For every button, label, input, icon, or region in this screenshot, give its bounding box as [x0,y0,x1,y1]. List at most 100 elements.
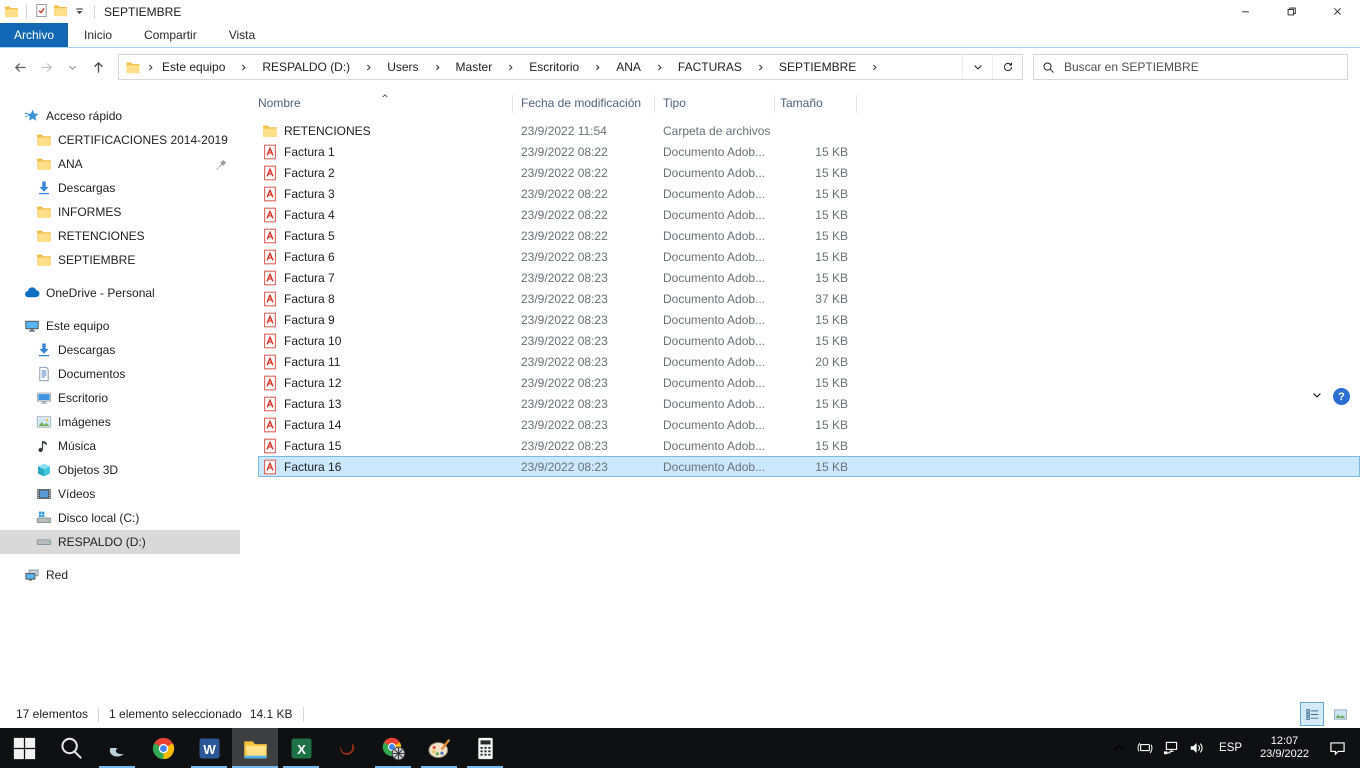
file-row-factura-15[interactable]: Factura 15 23/9/2022 08:23 Documento Ado… [258,435,1360,456]
tab-compartir[interactable]: Compartir [128,23,213,47]
customize-quick-access-button[interactable] [72,3,87,21]
chevron-right-icon[interactable] [648,63,671,72]
sidebar-item-red[interactable]: Red [0,563,240,587]
column-header-tipo[interactable]: Tipo [655,88,775,118]
breadcrumb-label[interactable]: Escritorio [522,60,586,74]
breadcrumb-label[interactable]: Este equipo [155,60,232,74]
address-bar[interactable]: Este equipo RESPALDO (D:) Users [118,54,1023,80]
sidebar-item-este-equipo[interactable]: Este equipo [0,314,240,338]
hidden-icons-button[interactable] [1106,728,1132,768]
taskbar-word[interactable] [186,728,232,768]
file-row-factura-10[interactable]: Factura 10 23/9/2022 08:23 Documento Ado… [258,330,1360,351]
taskbar-excel[interactable] [278,728,324,768]
taskbar-calculator[interactable] [462,728,508,768]
sidebar-item-descargas-qa[interactable]: Descargas [0,176,240,200]
file-row-factura-6[interactable]: Factura 6 23/9/2022 08:23 Documento Adob… [258,246,1360,267]
up-button[interactable] [86,55,110,79]
chevron-right-icon[interactable] [232,63,255,72]
sidebar-item-ana[interactable]: ANA [0,152,240,176]
file-row-factura-4[interactable]: Factura 4 23/9/2022 08:22 Documento Adob… [258,204,1360,225]
chevron-right-icon[interactable] [426,63,449,72]
sidebar-item-musica[interactable]: Música [0,434,240,458]
restore-button[interactable] [1268,0,1314,23]
file-row-factura-5[interactable]: Factura 5 23/9/2022 08:22 Documento Adob… [258,225,1360,246]
sidebar-item-acceso-rapido[interactable]: Acceso rápido [0,104,240,128]
sidebar-item-descargas[interactable]: Descargas [0,338,240,362]
address-dropdown-button[interactable] [962,55,992,79]
taskbar-chrome-badged[interactable] [370,728,416,768]
cast-tray-button[interactable] [1132,728,1158,768]
sidebar-item-documentos[interactable]: Documentos [0,362,240,386]
network-tray-button[interactable] [1158,728,1184,768]
file-row-factura-8[interactable]: Factura 8 23/9/2022 08:23 Documento Adob… [258,288,1360,309]
new-folder-button[interactable] [53,3,68,21]
chevron-right-icon[interactable] [863,63,886,72]
file-row-factura-2[interactable]: Factura 2 23/9/2022 08:22 Documento Adob… [258,162,1360,183]
file-row-factura-12[interactable]: Factura 12 23/9/2022 08:23 Documento Ado… [258,372,1360,393]
refresh-button[interactable] [992,55,1022,79]
breadcrumb-label[interactable]: ANA [609,60,648,74]
file-row-factura-11[interactable]: Factura 11 23/9/2022 08:23 Documento Ado… [258,351,1360,372]
taskbar-paint[interactable] [416,728,462,768]
back-button[interactable] [8,55,32,79]
minimize-button[interactable] [1222,0,1268,23]
chevron-right-icon[interactable] [499,63,522,72]
taskbar-firefox[interactable] [324,728,370,768]
close-button[interactable] [1314,0,1360,23]
taskbar-chrome[interactable] [140,728,186,768]
forward-button[interactable] [34,55,58,79]
breadcrumb-label[interactable]: SEPTIEMBRE [772,60,863,74]
sidebar-item-disco-c[interactable]: Disco local (C:) [0,506,240,530]
breadcrumb-label[interactable]: RESPALDO (D:) [255,60,357,74]
taskbar-search[interactable] [48,728,94,768]
chevron-right-icon[interactable] [357,63,380,72]
sidebar-item-certificaciones[interactable]: CERTIFICACIONES 2014-2019 [0,128,240,152]
column-header-tamano[interactable]: Tamaño [775,88,857,118]
sidebar-item-respaldo-d[interactable]: RESPALDO (D:) [0,530,240,554]
taskbar-edge[interactable] [94,728,140,768]
search-input[interactable] [1064,60,1339,74]
file-row-factura-14[interactable]: Factura 14 23/9/2022 08:23 Documento Ado… [258,414,1360,435]
recent-locations-button[interactable] [60,55,84,79]
file-row-factura-13[interactable]: Factura 13 23/9/2022 08:23 Documento Ado… [258,393,1360,414]
sidebar-item-retenciones[interactable]: RETENCIONES [0,224,240,248]
column-header-nombre[interactable]: Nombre [258,88,513,118]
file-row-factura-9[interactable]: Factura 9 23/9/2022 08:23 Documento Adob… [258,309,1360,330]
taskbar-start[interactable] [0,728,48,768]
tab-inicio[interactable]: Inicio [68,23,128,47]
sidebar-item-escritorio[interactable]: Escritorio [0,386,240,410]
chevron-right-icon[interactable] [146,63,155,72]
breadcrumb-segment[interactable]: SEPTIEMBRE [772,60,886,74]
taskbar-explorer[interactable] [232,728,278,768]
chevron-right-icon[interactable] [586,63,609,72]
sidebar-item-imagenes[interactable]: Imágenes [0,410,240,434]
language-indicator[interactable]: ESP [1210,742,1251,754]
column-header-fecha[interactable]: Fecha de modificación [513,88,655,118]
breadcrumb-segment[interactable]: FACTURAS [671,60,772,74]
breadcrumb-label[interactable]: Master [449,60,500,74]
file-row-factura-7[interactable]: Factura 7 23/9/2022 08:23 Documento Adob… [258,267,1360,288]
tab-archivo[interactable]: Archivo [0,23,68,47]
file-row-retenciones[interactable]: RETENCIONES 23/9/2022 11:54 Carpeta de a… [258,120,1360,141]
volume-tray-button[interactable] [1184,728,1210,768]
breadcrumb-segment[interactable]: RESPALDO (D:) [255,60,380,74]
search-box[interactable] [1033,54,1348,80]
breadcrumb-segment[interactable]: Escritorio [522,60,609,74]
sidebar-item-objetos-3d[interactable]: Objetos 3D [0,458,240,482]
breadcrumb-segment[interactable]: Este equipo [155,60,255,74]
sidebar-item-onedrive[interactable]: OneDrive - Personal [0,281,240,305]
breadcrumb-segment[interactable]: Users [380,60,448,74]
file-row-factura-3[interactable]: Factura 3 23/9/2022 08:22 Documento Adob… [258,183,1360,204]
breadcrumb-label[interactable]: FACTURAS [671,60,749,74]
file-row-factura-16[interactable]: Factura 16 23/9/2022 08:23 Documento Ado… [258,456,1360,477]
sidebar-item-septiembre[interactable]: SEPTIEMBRE [0,248,240,272]
sidebar-item-videos[interactable]: Vídeos [0,482,240,506]
breadcrumb-label[interactable]: Users [380,60,425,74]
breadcrumb-segment[interactable]: ANA [609,60,671,74]
breadcrumb-segment[interactable]: Master [449,60,523,74]
chevron-right-icon[interactable] [749,63,772,72]
tab-vista[interactable]: Vista [213,23,271,47]
file-row-factura-1[interactable]: Factura 1 23/9/2022 08:22 Documento Adob… [258,141,1360,162]
properties-button[interactable] [34,3,49,21]
taskbar-clock[interactable]: 12:07 23/9/2022 [1251,735,1318,761]
